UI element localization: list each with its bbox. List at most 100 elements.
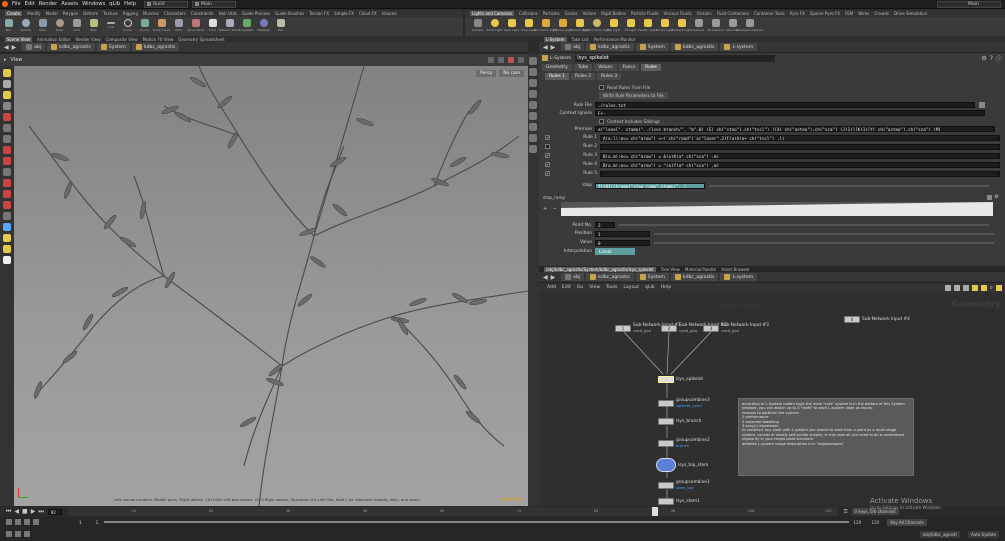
- net-menu-layout[interactable]: Layout: [623, 285, 639, 290]
- camera-options-icon[interactable]: [498, 57, 504, 63]
- gear-icon[interactable]: ⚙: [981, 55, 986, 62]
- interpolation-dropdown[interactable]: Linear: [595, 248, 635, 255]
- step-slider[interactable]: [709, 184, 989, 187]
- write-rules-button[interactable]: Write Rule Parameters to File: [599, 91, 668, 99]
- shelf-tab-texture[interactable]: Texture: [103, 11, 118, 16]
- position-field[interactable]: 1: [595, 230, 650, 237]
- tool-gamepad-camera[interactable]: Gamepad Camera: [736, 17, 763, 36]
- tool-spray-paint[interactable]: Spray Paint: [187, 17, 204, 36]
- realtime-icon[interactable]: [6, 519, 12, 525]
- shelf-tab-crowds[interactable]: Crowds: [874, 11, 889, 16]
- shelf-tab-simple-fx[interactable]: Simple FX: [334, 11, 354, 16]
- key-all-channels-button[interactable]: Key All Channels: [887, 518, 927, 526]
- shelf-tab-collisions[interactable]: Collisions: [519, 11, 538, 16]
- tool-sky-light[interactable]: Sky Light: [605, 17, 622, 36]
- tab-rules-1[interactable]: Rules 1: [545, 73, 570, 80]
- ramp-preset-icon[interactable]: [986, 194, 992, 200]
- persp-dropdown[interactable]: Persp: [476, 70, 497, 77]
- select-tool-icon[interactable]: [3, 69, 11, 77]
- read-rules-checkbox[interactable]: [599, 84, 604, 90]
- current-frame-field[interactable]: 92: [47, 508, 62, 515]
- node-groupcombine1[interactable]: groupcombine1 stem_top: [658, 480, 710, 490]
- ramp-curve[interactable]: [561, 202, 993, 216]
- forward-arrow-icon[interactable]: ▶: [551, 274, 556, 281]
- menu-assets[interactable]: Assets: [61, 1, 78, 7]
- tab-tree-view[interactable]: Tree View: [661, 267, 680, 272]
- path-obj[interactable]: obj: [22, 43, 46, 51]
- tool-file[interactable]: File: [272, 17, 289, 36]
- back-arrow-icon[interactable]: ◀: [543, 274, 548, 281]
- shelf-tab-deform[interactable]: Deform: [83, 11, 98, 16]
- rule-3-field[interactable]: B(a,m):g<= ch("grow") = &(a)K(a* ch("sca…: [600, 152, 1000, 159]
- sub-network-input-4[interactable]: 4 Sub-Network Input #4: [844, 316, 910, 323]
- shelf-tab-guide-brushes[interactable]: Guide Brushes: [275, 11, 304, 16]
- info-icon[interactable]: ⓘ: [996, 54, 1002, 63]
- file-browse-icon[interactable]: [979, 102, 985, 108]
- shelf-tab-polygon[interactable]: Polygon: [63, 11, 79, 16]
- net-path-geo[interactable]: kdbc_agrostis: [670, 273, 719, 281]
- node-lsys-stem1[interactable]: lsys_stem1: [658, 498, 700, 505]
- bottom-tool-3-icon[interactable]: [24, 531, 30, 537]
- display-lights-icon[interactable]: [529, 145, 537, 153]
- end-frame-field[interactable]: 120: [853, 520, 861, 525]
- shelf-tab-terrain-fx[interactable]: Terrain FX: [309, 11, 329, 16]
- tab-take-list[interactable]: Take List: [572, 37, 589, 42]
- rule-1-field[interactable]: A(a,l):g<= ch("grow") =~(`ch("rand")`a("…: [600, 134, 1000, 141]
- path-system[interactable]: System: [96, 43, 130, 51]
- shelf-tab-particles[interactable]: Particles: [543, 11, 560, 16]
- view-arrow-icon[interactable]: ▸: [4, 57, 7, 63]
- snap-multi-icon[interactable]: [3, 212, 11, 220]
- node-name-field[interactable]: lsys_spikelet: [575, 54, 776, 62]
- shelf-tab-grains[interactable]: Grains: [565, 11, 578, 16]
- tab-geometry-spreadsheet[interactable]: Geometry Spreadsheet: [178, 37, 224, 42]
- tool-distant-light[interactable]: Distant Light: [570, 17, 589, 36]
- tab-tube[interactable]: Tube: [573, 64, 593, 71]
- node-lsys-spikelet[interactable]: lsys_spikelet: [658, 376, 703, 383]
- tool-portal-light[interactable]: Portal Light: [656, 17, 673, 36]
- shelf-tab-model[interactable]: Model: [46, 11, 58, 16]
- shelf-tab-particle-fluids[interactable]: Particle Fluids: [631, 11, 659, 16]
- rule-file-field[interactable]: ./rules.txt: [595, 102, 975, 108]
- net-grid-icon[interactable]: [953, 284, 960, 291]
- tool-torus[interactable]: Torus: [51, 17, 68, 36]
- magnet-tool-icon[interactable]: [3, 157, 11, 165]
- network-canvas[interactable]: Indie Edition Geometry 1 Sub-Network Inp…: [539, 292, 1005, 506]
- tool-lsystem[interactable]: L-System: [238, 17, 255, 36]
- net-menu-add[interactable]: Add: [547, 285, 556, 290]
- display-ghost-icon[interactable]: [529, 101, 537, 109]
- shelf-tab-sparse-pyro-fx[interactable]: Sparse Pyro FX: [810, 11, 840, 16]
- shelf-tab-modify[interactable]: Modify: [27, 11, 40, 16]
- display-shade-icon[interactable]: [529, 90, 537, 98]
- net-list-icon[interactable]: [962, 284, 969, 291]
- range-slider[interactable]: [104, 521, 850, 523]
- rule-5-field[interactable]: [600, 170, 1000, 177]
- tool-sphere[interactable]: Sphere: [17, 17, 34, 36]
- path-geo[interactable]: kdbc_agrostis: [131, 43, 180, 51]
- node-groupcombine3[interactable]: groupcombine3 spikelet_seed: [658, 398, 710, 408]
- menu-edit[interactable]: Edit: [25, 1, 35, 7]
- viewport-3d[interactable]: Persp No cam Left mouse tumbles. Middle …: [14, 66, 528, 506]
- tab-scene-view[interactable]: Scene View: [5, 36, 32, 42]
- net-menu-help[interactable]: Help: [661, 285, 671, 290]
- desktop-build-dropdown[interactable]: Build: [144, 0, 188, 8]
- move-tool-icon[interactable]: [3, 80, 11, 88]
- shelf-tab-rigid-bodies[interactable]: Rigid Bodies: [601, 11, 626, 16]
- shelf-tab-guide-process[interactable]: Guide Process: [242, 11, 270, 16]
- play-forward-icon[interactable]: ▶: [31, 508, 36, 515]
- bottom-tool-1-icon[interactable]: [6, 531, 12, 537]
- snap-prim-icon[interactable]: [3, 201, 11, 209]
- menu-render[interactable]: Render: [39, 1, 57, 7]
- main-desktop-dropdown[interactable]: Main: [192, 0, 236, 8]
- lock-camera-icon[interactable]: [3, 256, 11, 264]
- light-link-icon[interactable]: [3, 234, 11, 242]
- brush-tool-icon[interactable]: [3, 146, 11, 154]
- houdini-logo-icon[interactable]: [2, 1, 8, 7]
- tool-font[interactable]: Font: [204, 17, 221, 36]
- rule-2-field[interactable]: [600, 143, 1000, 150]
- rule-2-checkbox[interactable]: [545, 144, 550, 149]
- net-tools-icon[interactable]: [944, 284, 951, 291]
- forward-arrow-icon[interactable]: ▶: [12, 44, 17, 51]
- snap-grid-icon[interactable]: [3, 168, 11, 176]
- net-menu-view[interactable]: View: [589, 285, 600, 290]
- shelf-tab-viscous-fluids[interactable]: Viscous Fluids: [664, 11, 692, 16]
